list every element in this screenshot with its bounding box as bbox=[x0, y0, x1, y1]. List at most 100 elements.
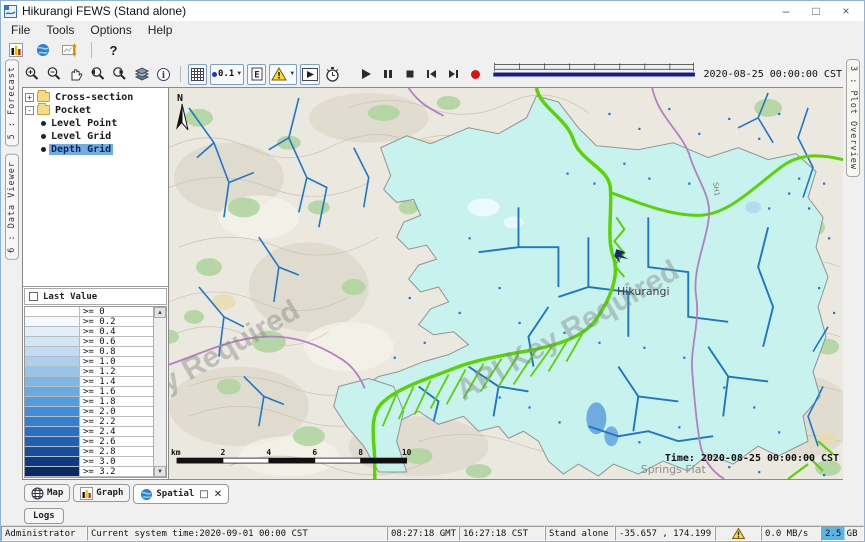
menu-file[interactable]: File bbox=[3, 22, 38, 38]
stop-icon bbox=[404, 68, 416, 80]
svg-text:8: 8 bbox=[358, 448, 363, 457]
tree-expander-icon[interactable]: - bbox=[25, 106, 34, 115]
record-icon bbox=[469, 68, 482, 81]
tab-graph[interactable]: Graph bbox=[73, 484, 130, 502]
menu-options[interactable]: Options bbox=[82, 22, 139, 38]
pan-button[interactable] bbox=[66, 64, 85, 84]
map-canvas: API Key Required API Key Required Hikura… bbox=[169, 88, 843, 479]
bullet-icon bbox=[41, 147, 46, 152]
last-value-checkbox[interactable] bbox=[29, 292, 38, 301]
status-warning[interactable]: ! bbox=[715, 526, 761, 541]
tab-data-viewer[interactable]: 6 : Data Viewer bbox=[5, 154, 19, 260]
zoom-next-button[interactable] bbox=[110, 64, 129, 84]
spatial-tab-globe-icon bbox=[140, 488, 153, 501]
skip-start-icon bbox=[425, 68, 438, 80]
zoom-in-icon bbox=[24, 66, 40, 82]
stop-button[interactable] bbox=[400, 64, 419, 84]
zoom-in-button[interactable] bbox=[22, 64, 41, 84]
tab-maximize-icon[interactable]: □ bbox=[199, 489, 208, 500]
legend-row: >= 2.6 bbox=[25, 437, 153, 447]
tree-item-level-point[interactable]: Level Point bbox=[25, 117, 166, 129]
tab-logs[interactable]: Logs bbox=[24, 508, 64, 524]
legend-label: >= 2.6 bbox=[80, 437, 153, 446]
legend-row: >= 1.2 bbox=[25, 367, 153, 377]
bullet-icon bbox=[41, 134, 46, 139]
legend-label: >= 2.2 bbox=[80, 417, 153, 426]
tree-item-depth-grid[interactable]: Depth Grid bbox=[25, 143, 166, 155]
tree-item-label: Cross-section bbox=[53, 92, 135, 103]
legend-label: >= 0.6 bbox=[80, 337, 153, 346]
scroll-down-icon[interactable]: ▼ bbox=[154, 466, 166, 477]
locality-label: Springs Flat bbox=[641, 463, 707, 476]
legend-swatch bbox=[25, 307, 80, 316]
tree-item-pocket[interactable]: -Pocket bbox=[25, 104, 166, 116]
svg-text:i: i bbox=[162, 71, 166, 81]
svg-text:!: ! bbox=[736, 531, 740, 540]
scalar-editor-button[interactable] bbox=[60, 40, 79, 60]
labels-toggle-button[interactable]: E bbox=[247, 64, 266, 85]
minimize-button[interactable]: – bbox=[771, 2, 801, 20]
help-button[interactable]: ? bbox=[104, 40, 123, 60]
legend-label: >= 1.2 bbox=[80, 367, 153, 376]
timer-button[interactable] bbox=[323, 64, 342, 84]
warning-icon: ! bbox=[271, 67, 287, 81]
menu-help[interactable]: Help bbox=[140, 22, 181, 38]
current-time-display: 2020-08-25 00:00:00 CST bbox=[704, 69, 844, 80]
tree-item-label: Level Grid bbox=[49, 131, 113, 142]
tab-spatial[interactable]: Spatial □ ✕ bbox=[133, 484, 229, 504]
menu-bar: FileToolsOptionsHelp bbox=[1, 21, 864, 39]
svg-text:2: 2 bbox=[221, 448, 226, 457]
legend-panel: Last Value >= 0>= 0.2>= 0.4>= 0.6>= 0.8>… bbox=[23, 287, 168, 479]
record-button[interactable] bbox=[466, 64, 485, 84]
tab-map-label: Map bbox=[47, 488, 63, 498]
tree-item-cross-section[interactable]: + Cross-section bbox=[25, 91, 166, 103]
scalar-chart-icon bbox=[62, 43, 77, 57]
contour-interval-dropdown[interactable]: 0.1 ▼ bbox=[210, 64, 244, 85]
legend-row: >= 3.0 bbox=[25, 457, 153, 467]
last-value-label: Last Value bbox=[43, 292, 97, 302]
chevron-down-icon: ▼ bbox=[236, 71, 242, 77]
time-slider[interactable] bbox=[492, 62, 696, 86]
tab-plot-overview[interactable]: 3 : Plot Overview bbox=[846, 59, 860, 177]
tree-item-level-grid[interactable]: Level Grid bbox=[25, 130, 166, 142]
status-mode: Stand alone bbox=[545, 526, 615, 541]
last-value-option[interactable]: Last Value bbox=[24, 288, 167, 305]
tree-expander-icon[interactable]: + bbox=[25, 93, 34, 102]
close-button[interactable]: × bbox=[831, 2, 861, 20]
layers-button[interactable] bbox=[132, 64, 151, 84]
skip-end-button[interactable] bbox=[444, 64, 463, 84]
warnings-dropdown[interactable]: ! ▼ bbox=[269, 64, 297, 85]
zoom-out-button[interactable] bbox=[44, 64, 63, 84]
map-display-button[interactable] bbox=[33, 40, 52, 60]
animation-button[interactable] bbox=[300, 64, 320, 85]
pause-button[interactable] bbox=[378, 64, 397, 84]
info-button[interactable]: i bbox=[154, 64, 173, 84]
scroll-up-icon[interactable]: ▲ bbox=[154, 307, 166, 318]
tab-forecast[interactable]: 5 : Forecast bbox=[5, 59, 19, 146]
database-button[interactable] bbox=[6, 40, 25, 60]
legend-row: >= 1.6 bbox=[25, 387, 153, 397]
legend-row: >= 1.4 bbox=[25, 377, 153, 387]
legend-row: >= 2.0 bbox=[25, 407, 153, 417]
grid-display-button[interactable] bbox=[188, 64, 207, 85]
skip-start-button[interactable] bbox=[422, 64, 441, 84]
layers-icon bbox=[134, 66, 150, 82]
legend-label: >= 0 bbox=[80, 307, 153, 316]
skip-end-icon bbox=[447, 68, 460, 80]
tab-close-icon[interactable]: ✕ bbox=[214, 489, 222, 500]
legend-scrollbar[interactable]: ▲ ▼ bbox=[153, 307, 166, 477]
toolbar-separator bbox=[91, 42, 92, 58]
legend-label: >= 1.4 bbox=[80, 377, 153, 386]
title-bar: Hikurangi FEWS (Stand alone) – □ × bbox=[1, 1, 864, 21]
tab-map[interactable]: Map bbox=[24, 484, 70, 502]
legend-label: >= 3.2 bbox=[80, 467, 153, 476]
map-view[interactable]: API Key Required API Key Required Hikura… bbox=[169, 87, 844, 480]
folder-icon bbox=[37, 92, 50, 102]
north-label: N bbox=[177, 93, 183, 104]
legend-swatch bbox=[25, 387, 80, 396]
menu-tools[interactable]: Tools bbox=[38, 22, 82, 38]
maximize-button[interactable]: □ bbox=[801, 2, 831, 20]
tab-graph-label: Graph bbox=[96, 488, 123, 498]
play-button[interactable] bbox=[356, 64, 375, 84]
zoom-previous-button[interactable] bbox=[88, 64, 107, 84]
